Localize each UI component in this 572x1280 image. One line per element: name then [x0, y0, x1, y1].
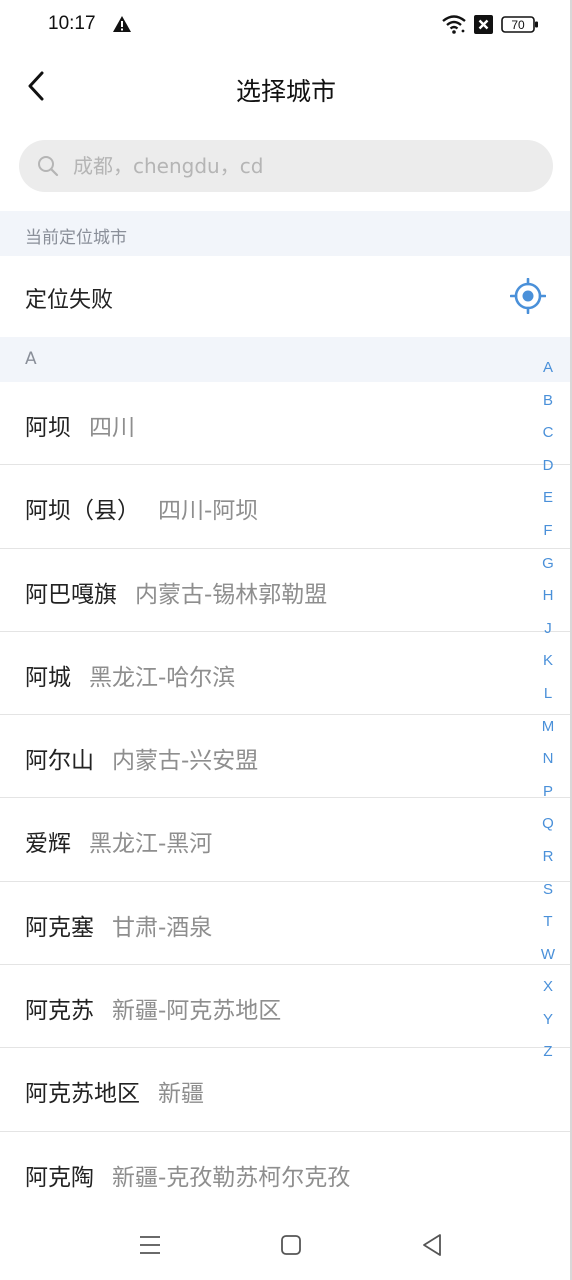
city-name: 阿坝（县） — [25, 498, 140, 525]
index-letter-h[interactable]: H — [530, 580, 566, 613]
warning-icon — [113, 16, 131, 32]
battery-level: 70 — [511, 18, 525, 32]
city-name: 阿坝 — [25, 415, 71, 441]
system-nav-bar — [0, 1210, 572, 1280]
city-name: 阿克苏地区 — [25, 1081, 140, 1108]
index-letter-n[interactable]: N — [530, 743, 566, 776]
index-letter-l[interactable]: L — [530, 678, 566, 711]
index-letter-s[interactable]: S — [530, 874, 566, 907]
index-letter-w[interactable]: W — [530, 939, 566, 972]
search-box[interactable] — [19, 140, 553, 192]
index-letter-e[interactable]: E — [530, 482, 566, 515]
current-location-label: 当前定位城市 — [25, 228, 127, 248]
locate-target-icon[interactable] — [510, 278, 546, 314]
letter-section-header: A — [0, 337, 572, 382]
index-letter-r[interactable]: R — [530, 841, 566, 874]
city-name: 阿克苏 — [25, 998, 94, 1025]
wifi-icon — [442, 15, 466, 34]
nav-bar: 选择城市 — [0, 52, 572, 122]
list-item[interactable]: 爱辉 黑龙江-黑河 — [0, 798, 572, 882]
list-item[interactable]: 阿克陶 新疆-克孜勒苏柯尔克孜 — [0, 1132, 572, 1215]
list-item[interactable]: 阿克塞 甘肃-酒泉 — [0, 882, 572, 966]
list-item[interactable]: 阿坝 四川 — [0, 382, 572, 466]
city-region: 黑龙江-黑河 — [89, 831, 213, 858]
city-region: 四川 — [89, 415, 135, 441]
page-title: 选择城市 — [235, 77, 336, 106]
index-letter-z[interactable]: Z — [530, 1036, 566, 1069]
city-region: 新疆-阿克苏地区 — [112, 998, 282, 1025]
city-name: 阿巴嘎旗 — [25, 581, 117, 608]
current-location-header: 当前定位城市 — [0, 211, 572, 256]
city-region: 内蒙古-兴安盟 — [112, 748, 259, 775]
index-letter-d[interactable]: D — [530, 450, 566, 483]
index-letter-m[interactable]: M — [530, 711, 566, 744]
list-item[interactable]: 阿坝（县） 四川-阿坝 — [0, 465, 572, 549]
index-letter-j[interactable]: J — [530, 613, 566, 646]
triangle-back-icon[interactable] — [420, 1232, 444, 1258]
search-input[interactable] — [73, 140, 533, 192]
index-letter-k[interactable]: K — [530, 645, 566, 678]
city-name: 阿克陶 — [25, 1164, 94, 1191]
index-letter-t[interactable]: T — [530, 906, 566, 939]
location-status-text: 定位失败 — [25, 288, 114, 313]
city-name: 阿克塞 — [25, 914, 94, 941]
city-name: 阿城 — [25, 664, 71, 691]
index-letter-x[interactable]: X — [530, 971, 566, 1004]
index-letter-c[interactable]: C — [530, 417, 566, 450]
city-list: 阿坝 四川 阿坝（县） 四川-阿坝 阿巴嘎旗 内蒙古-锡林郭勒盟 阿城 黑龙江-哈尔滨 … — [0, 382, 572, 1215]
home-square-icon[interactable] — [280, 1234, 302, 1256]
menu-icon[interactable] — [138, 1234, 162, 1256]
current-location-row[interactable]: 定位失败 — [0, 256, 572, 337]
city-region: 新疆-克孜勒苏柯尔克孜 — [112, 1164, 351, 1191]
list-item[interactable]: 阿尔山 内蒙古-兴安盟 — [0, 715, 572, 799]
city-region: 新疆 — [158, 1081, 204, 1108]
index-letter-g[interactable]: G — [530, 548, 566, 581]
battery-icon: 70 — [501, 16, 538, 33]
list-item[interactable]: 阿巴嘎旗 内蒙古-锡林郭勒盟 — [0, 549, 572, 632]
status-time: 10:17 — [48, 13, 96, 34]
city-region: 四川-阿坝 — [158, 498, 259, 525]
index-letter-y[interactable]: Y — [530, 1004, 566, 1037]
list-item[interactable]: 阿克苏地区 新疆 — [0, 1048, 572, 1132]
status-bar: 10:17 70 — [0, 0, 572, 52]
list-item[interactable]: 阿城 黑龙江-哈尔滨 — [0, 632, 572, 716]
city-region: 黑龙江-哈尔滨 — [89, 664, 236, 691]
index-letter-a[interactable]: A — [530, 352, 566, 385]
city-region: 内蒙古-锡林郭勒盟 — [135, 581, 328, 608]
city-name: 阿尔山 — [25, 748, 94, 775]
search-icon — [38, 156, 59, 177]
no-sim-icon — [474, 15, 493, 34]
alphabet-index[interactable]: A B C D E F G H J K L M N P Q R S T W X … — [530, 352, 566, 1069]
index-letter-b[interactable]: B — [530, 385, 566, 418]
index-letter-p[interactable]: P — [530, 776, 566, 809]
section-letter: A — [25, 349, 37, 369]
city-name: 爱辉 — [25, 831, 71, 858]
city-region: 甘肃-酒泉 — [112, 914, 213, 941]
index-letter-f[interactable]: F — [530, 515, 566, 548]
index-letter-q[interactable]: Q — [530, 808, 566, 841]
list-item[interactable]: 阿克苏 新疆-阿克苏地区 — [0, 965, 572, 1049]
